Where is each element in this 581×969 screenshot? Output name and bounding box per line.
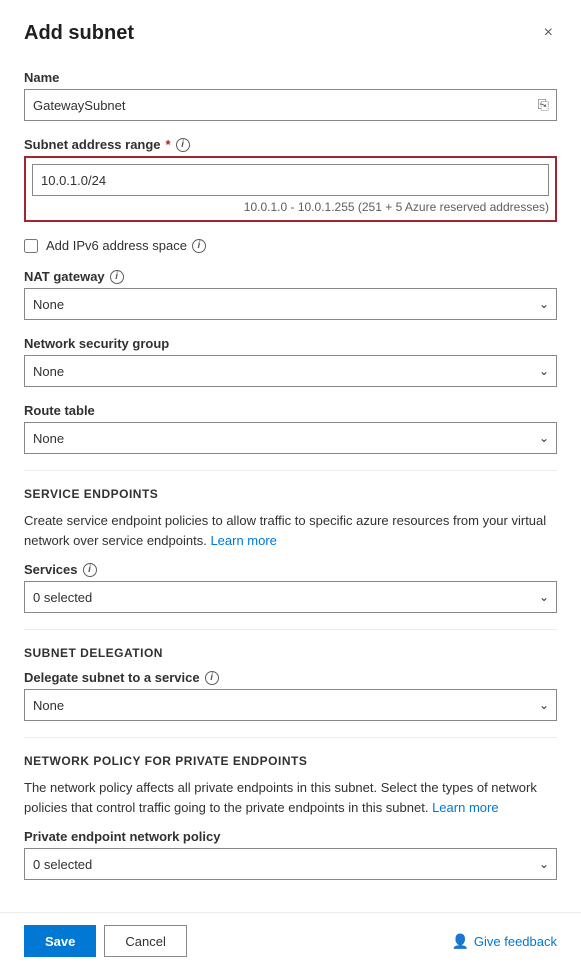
- service-endpoints-description: Create service endpoint policies to allo…: [24, 511, 557, 550]
- feedback-label: Give feedback: [474, 934, 557, 949]
- network-security-group-label: Network security group: [24, 336, 557, 351]
- name-input[interactable]: [24, 89, 557, 121]
- subnet-hint: 10.0.1.0 - 10.0.1.255 (251 + 5 Azure res…: [32, 200, 549, 214]
- route-table-label: Route table: [24, 403, 557, 418]
- name-label: Name: [24, 70, 557, 85]
- network-policy-heading: NETWORK POLICY FOR PRIVATE ENDPOINTS: [24, 754, 557, 768]
- subnet-address-range-info-icon: i: [176, 138, 190, 152]
- private-endpoint-field-group: Private endpoint network policy 0 select…: [24, 829, 557, 880]
- delegate-select-wrapper: None ⌄: [24, 689, 557, 721]
- cancel-button[interactable]: Cancel: [104, 925, 186, 957]
- network-security-group-field-group: Network security group None ⌄: [24, 336, 557, 387]
- delegate-label: Delegate subnet to a service i: [24, 670, 557, 685]
- route-table-select-wrapper: None ⌄: [24, 422, 557, 454]
- network-policy-learn-more[interactable]: Learn more: [432, 800, 498, 815]
- required-marker: *: [166, 137, 171, 152]
- delegate-field-group: Delegate subnet to a service i None ⌄: [24, 670, 557, 721]
- add-subnet-panel: Add subnet × Name ⎘ Subnet address range…: [0, 0, 581, 969]
- service-endpoints-heading: SERVICE ENDPOINTS: [24, 487, 557, 501]
- nat-gateway-select[interactable]: None: [24, 288, 557, 320]
- delegate-select[interactable]: None: [24, 689, 557, 721]
- services-select[interactable]: 0 selected: [24, 581, 557, 613]
- service-endpoints-learn-more[interactable]: Learn more: [210, 533, 276, 548]
- close-icon: ×: [544, 24, 553, 42]
- service-endpoints-divider: [24, 470, 557, 471]
- subnet-delegation-heading: SUBNET DELEGATION: [24, 646, 557, 660]
- private-endpoint-label: Private endpoint network policy: [24, 829, 557, 844]
- give-feedback-link[interactable]: 👤 Give feedback: [451, 933, 557, 950]
- feedback-icon: 👤: [451, 933, 468, 950]
- subnet-address-range-label: Subnet address range * i: [24, 137, 557, 152]
- copy-icon[interactable]: ⎘: [538, 97, 549, 114]
- network-security-group-select-wrapper: None ⌄: [24, 355, 557, 387]
- route-table-select[interactable]: None: [24, 422, 557, 454]
- network-policy-divider: [24, 737, 557, 738]
- services-field-group: Services i 0 selected ⌄: [24, 562, 557, 613]
- nat-gateway-select-wrapper: None ⌄: [24, 288, 557, 320]
- network-security-group-select[interactable]: None: [24, 355, 557, 387]
- name-field-group: Name ⎘: [24, 70, 557, 121]
- ipv6-checkbox[interactable]: [24, 239, 38, 253]
- delegate-info-icon: i: [205, 671, 219, 685]
- nat-gateway-field-group: NAT gateway i None ⌄: [24, 269, 557, 320]
- panel-header: Add subnet ×: [0, 0, 581, 62]
- footer-actions: Save Cancel: [24, 925, 187, 957]
- ipv6-info-icon: i: [192, 239, 206, 253]
- close-button[interactable]: ×: [540, 20, 557, 46]
- ipv6-label: Add IPv6 address space i: [46, 238, 206, 253]
- ipv6-checkbox-row: Add IPv6 address space i: [24, 238, 557, 253]
- network-policy-description: The network policy affects all private e…: [24, 778, 557, 817]
- save-button[interactable]: Save: [24, 925, 96, 957]
- nat-gateway-info-icon: i: [110, 270, 124, 284]
- subnet-address-range-input[interactable]: [32, 164, 549, 196]
- services-info-icon: i: [83, 563, 97, 577]
- subnet-delegation-divider: [24, 629, 557, 630]
- subnet-address-range-field-group: Subnet address range * i 10.0.1.0 - 10.0…: [24, 137, 557, 222]
- private-endpoint-select-wrapper: 0 selected ⌄: [24, 848, 557, 880]
- services-select-wrapper: 0 selected ⌄: [24, 581, 557, 613]
- nat-gateway-label: NAT gateway i: [24, 269, 557, 284]
- subnet-range-wrapper: 10.0.1.0 - 10.0.1.255 (251 + 5 Azure res…: [24, 156, 557, 222]
- panel-body: Name ⎘ Subnet address range * i 10.0.1.0…: [0, 62, 581, 912]
- panel-footer: Save Cancel 👤 Give feedback: [0, 912, 581, 969]
- panel-title: Add subnet: [24, 22, 134, 45]
- route-table-field-group: Route table None ⌄: [24, 403, 557, 454]
- services-label: Services i: [24, 562, 557, 577]
- name-input-wrapper: ⎘: [24, 89, 557, 121]
- private-endpoint-select[interactable]: 0 selected: [24, 848, 557, 880]
